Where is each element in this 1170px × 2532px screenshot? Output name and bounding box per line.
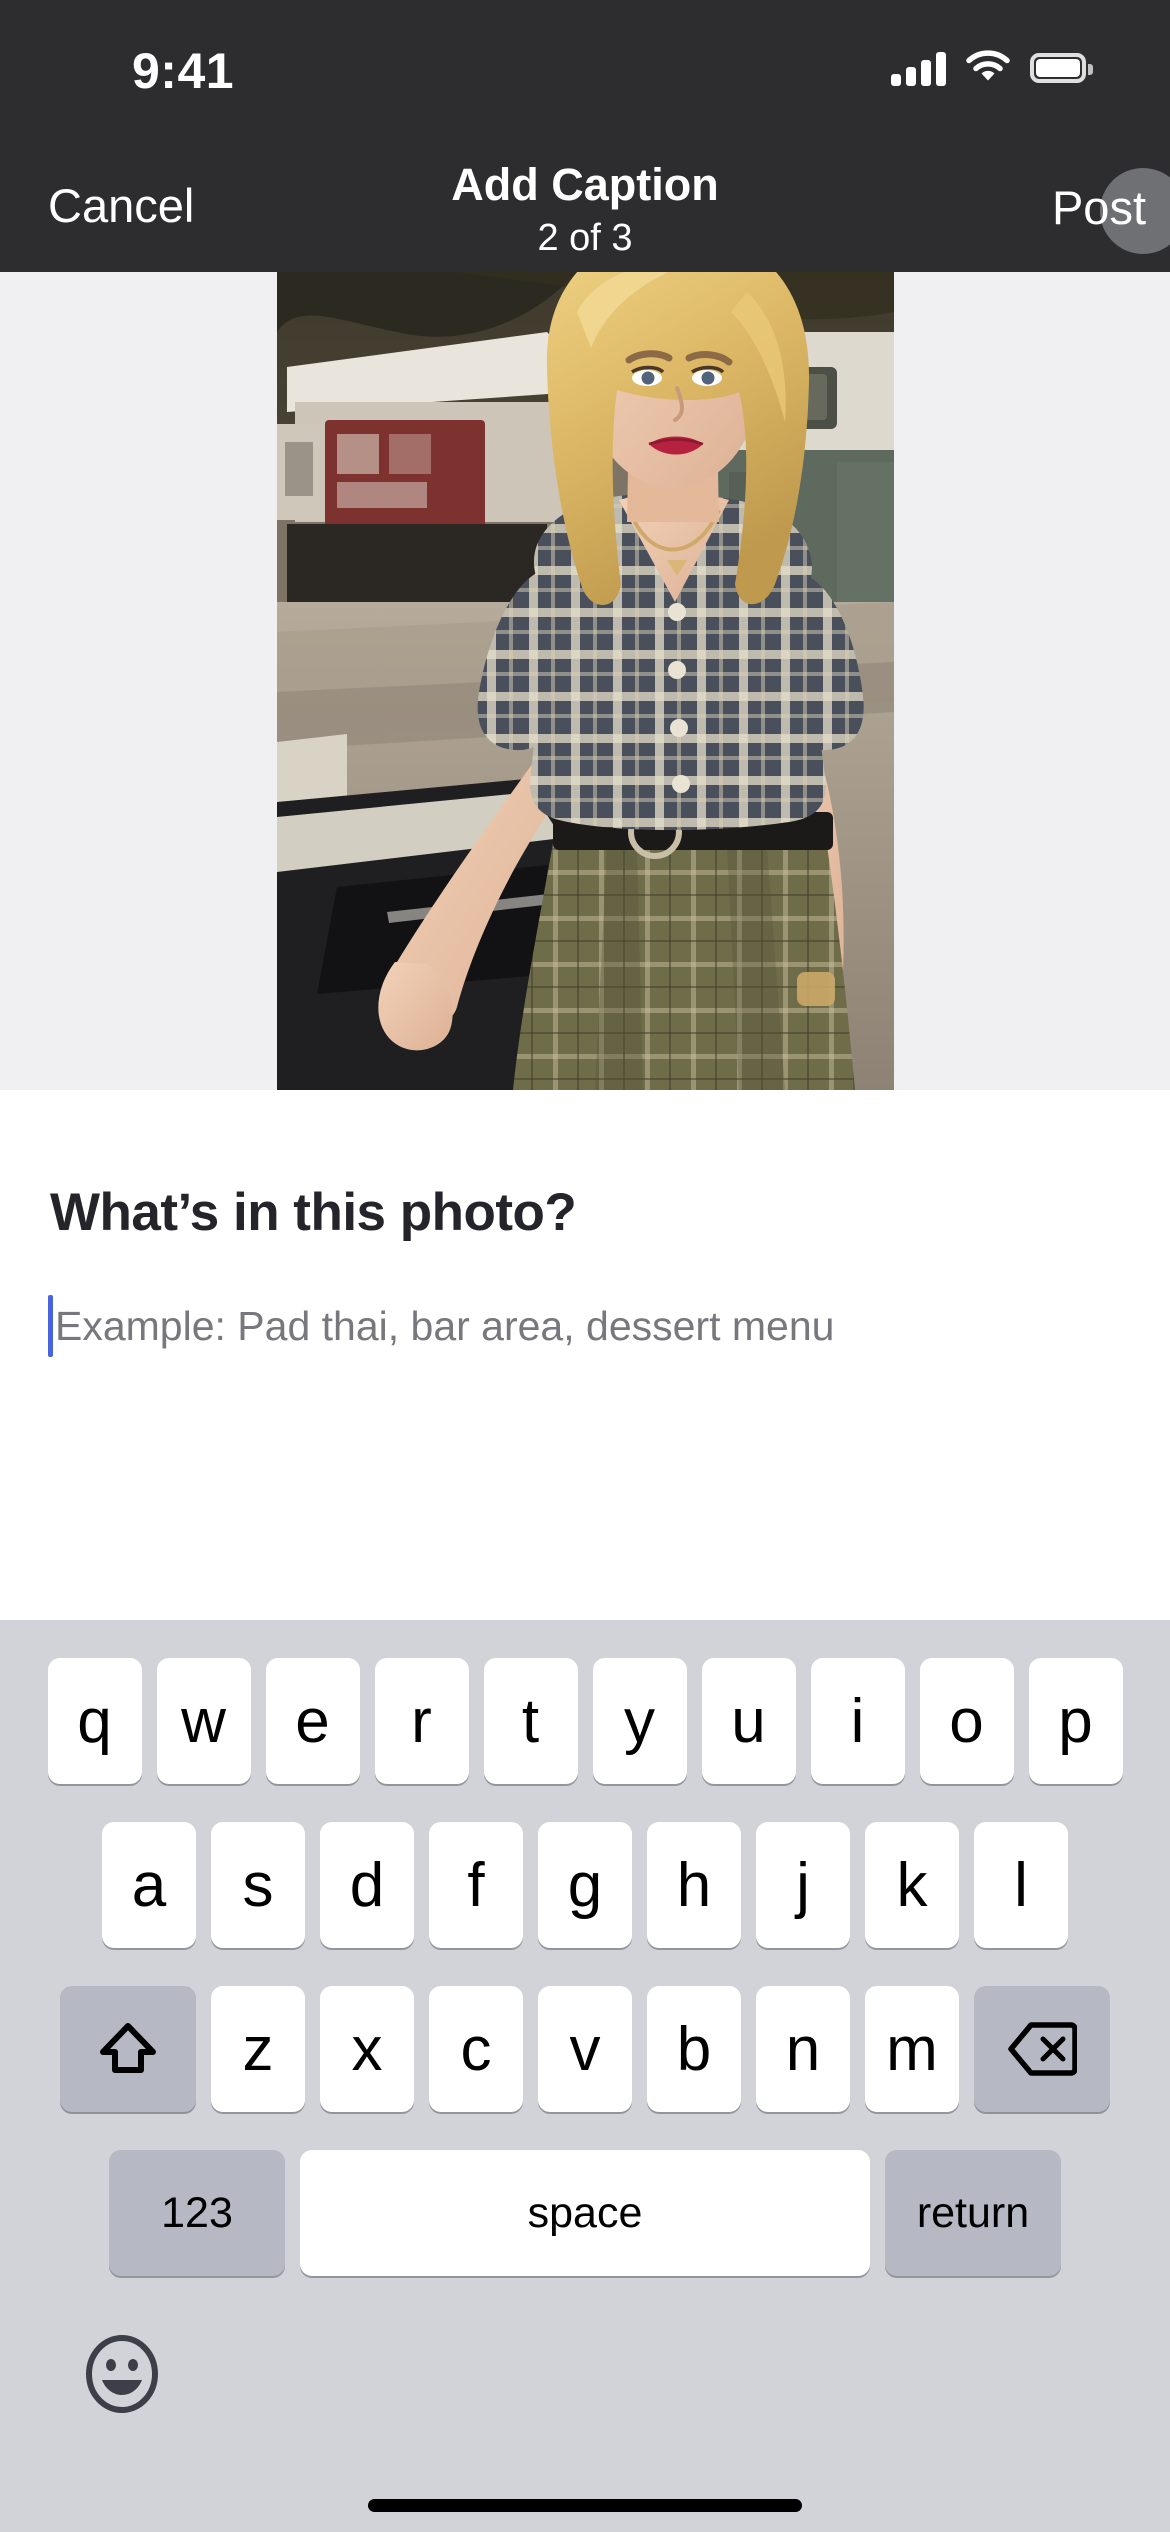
caption-input[interactable]: Example: Pad thai, bar area, dessert men… — [48, 1295, 834, 1357]
numeric-switch-key[interactable]: 123 — [109, 2150, 285, 2276]
text-cursor — [48, 1295, 53, 1357]
key-y[interactable]: y — [592, 1658, 687, 1784]
key-g[interactable]: g — [538, 1822, 632, 1948]
key-m[interactable]: m — [865, 1986, 959, 2112]
status-bar-icons — [891, 50, 1093, 87]
key-z[interactable]: z — [211, 1986, 305, 2112]
key-r[interactable]: r — [374, 1658, 469, 1784]
photo-preview-area — [0, 272, 1170, 1090]
status-bar: 9:41 — [0, 0, 1170, 140]
onscreen-keyboard: q w e r t y u i o p a s d f g h j k l z … — [0, 1620, 1170, 2532]
delete-key[interactable] — [974, 1986, 1110, 2112]
keyboard-row-1: q w e r t y u i o p — [0, 1658, 1170, 1784]
space-key[interactable]: space — [300, 2150, 870, 2276]
key-o[interactable]: o — [919, 1658, 1014, 1784]
key-d[interactable]: d — [320, 1822, 414, 1948]
post-button-container[interactable]: Post — [980, 168, 1170, 254]
key-b[interactable]: b — [647, 1986, 741, 2112]
caption-section: What’s in this photo? Example: Pad thai,… — [0, 1090, 1170, 1620]
key-n[interactable]: n — [756, 1986, 850, 2112]
key-v[interactable]: v — [538, 1986, 632, 2112]
key-j[interactable]: j — [756, 1822, 850, 1948]
navigation-bar: Cancel Add Caption 2 of 3 Post — [0, 140, 1170, 272]
keyboard-utility-row — [0, 2326, 1170, 2446]
backspace-delete-icon — [1007, 2021, 1077, 2077]
cellular-signal-icon — [891, 51, 946, 86]
key-p[interactable]: p — [1028, 1658, 1123, 1784]
caption-placeholder: Example: Pad thai, bar area, dessert men… — [55, 1302, 835, 1349]
key-s[interactable]: s — [211, 1822, 305, 1948]
post-button[interactable]: Post — [1052, 180, 1146, 235]
key-l[interactable]: l — [974, 1822, 1068, 1948]
app-root: 9:41 Cancel Add Caption 2 of 3 Post What… — [0, 0, 1170, 2532]
key-x[interactable]: x — [320, 1986, 414, 2112]
photo-thumbnail[interactable] — [277, 272, 894, 1090]
caption-heading: What’s in this photo? — [50, 1183, 577, 1242]
key-c[interactable]: c — [429, 1986, 523, 2112]
key-e[interactable]: e — [265, 1658, 360, 1784]
key-a[interactable]: a — [102, 1822, 196, 1948]
battery-full-icon — [1030, 52, 1093, 85]
key-k[interactable]: k — [865, 1822, 959, 1948]
return-key[interactable]: return — [885, 2150, 1061, 2276]
wifi-icon — [966, 50, 1010, 87]
keyboard-row-2: a s d f g h j k l — [0, 1822, 1170, 1948]
emoji-smiley-icon[interactable] — [80, 2332, 164, 2416]
home-indicator — [368, 2499, 802, 2512]
status-bar-time: 9:41 — [132, 43, 235, 99]
key-u[interactable]: u — [701, 1658, 796, 1784]
key-i[interactable]: i — [810, 1658, 905, 1784]
shift-arrow-up-icon — [97, 2018, 159, 2080]
key-t[interactable]: t — [483, 1658, 578, 1784]
key-h[interactable]: h — [647, 1822, 741, 1948]
key-w[interactable]: w — [156, 1658, 251, 1784]
shift-key[interactable] — [60, 1986, 196, 2112]
key-f[interactable]: f — [429, 1822, 523, 1948]
keyboard-row-4: 123 space return — [0, 2150, 1170, 2276]
keyboard-row-3: z x c v b n m — [0, 1986, 1170, 2112]
photo-image — [277, 272, 894, 1090]
key-q[interactable]: q — [47, 1658, 142, 1784]
